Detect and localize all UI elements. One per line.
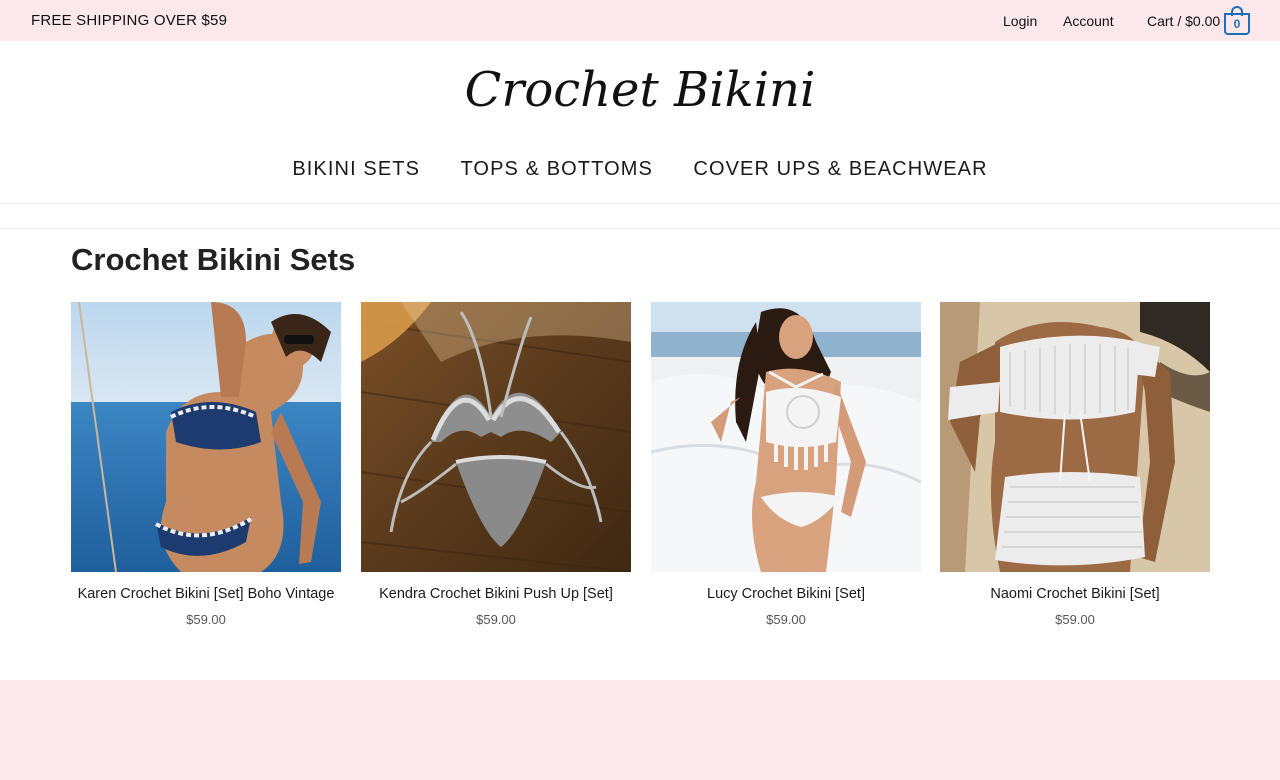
logo-text: Crochet Bikini [465, 62, 816, 118]
product-image[interactable] [940, 302, 1210, 572]
content-divider [0, 228, 1280, 229]
product-image[interactable] [71, 302, 341, 572]
main-nav: BIKINI SETS TOPS & BOTTOMS COVER UPS & B… [0, 158, 1280, 181]
logo-script-text: Crochet Bikini [465, 62, 816, 118]
product-photo-karen [71, 302, 341, 572]
product-price: $59.00 [186, 612, 226, 627]
top-bar: FREE SHIPPING OVER $59 Login Account Car… [0, 0, 1280, 41]
product-photo-naomi [940, 302, 1210, 572]
product-price: $59.00 [1055, 612, 1095, 627]
site-logo[interactable]: Crochet Bikini [440, 50, 840, 134]
product-card-naomi[interactable]: Naomi Crochet Bikini [Set] $59.00 [940, 302, 1210, 642]
product-image[interactable] [361, 302, 631, 572]
product-photo-lucy [651, 302, 921, 572]
product-price: $59.00 [476, 612, 516, 627]
cart-count-badge: 0 [1224, 13, 1250, 35]
nav-bikini-sets[interactable]: BIKINI SETS [292, 158, 420, 181]
shopping-bag-icon[interactable]: 0 [1224, 5, 1250, 37]
product-card-karen[interactable]: Karen Crochet Bikini [Set] Boho Vintage … [71, 302, 341, 642]
page-title: Crochet Bikini Sets [71, 242, 356, 277]
product-name[interactable]: Lucy Crochet Bikini [Set] [641, 586, 931, 602]
product-price: $59.00 [766, 612, 806, 627]
product-image[interactable] [651, 302, 921, 572]
login-link[interactable]: Login [1003, 13, 1037, 29]
account-link[interactable]: Account [1063, 13, 1114, 29]
free-shipping-banner: FREE SHIPPING OVER $59 [31, 12, 228, 29]
cart-link[interactable]: Cart / $0.00 [1147, 13, 1220, 29]
product-name[interactable]: Karen Crochet Bikini [Set] Boho Vintage [61, 586, 351, 602]
product-card-lucy[interactable]: Lucy Crochet Bikini [Set] $59.00 [651, 302, 921, 642]
product-name[interactable]: Kendra Crochet Bikini Push Up [Set] [351, 586, 641, 602]
product-photo-kendra [361, 302, 631, 572]
product-name[interactable]: Naomi Crochet Bikini [Set] [930, 586, 1220, 602]
product-card-kendra[interactable]: Kendra Crochet Bikini Push Up [Set] $59.… [361, 302, 631, 642]
header-divider [0, 203, 1280, 204]
footer [0, 680, 1280, 780]
nav-tops-bottoms[interactable]: TOPS & BOTTOMS [460, 158, 652, 181]
nav-cover-ups-beachwear[interactable]: COVER UPS & BEACHWEAR [693, 158, 987, 181]
